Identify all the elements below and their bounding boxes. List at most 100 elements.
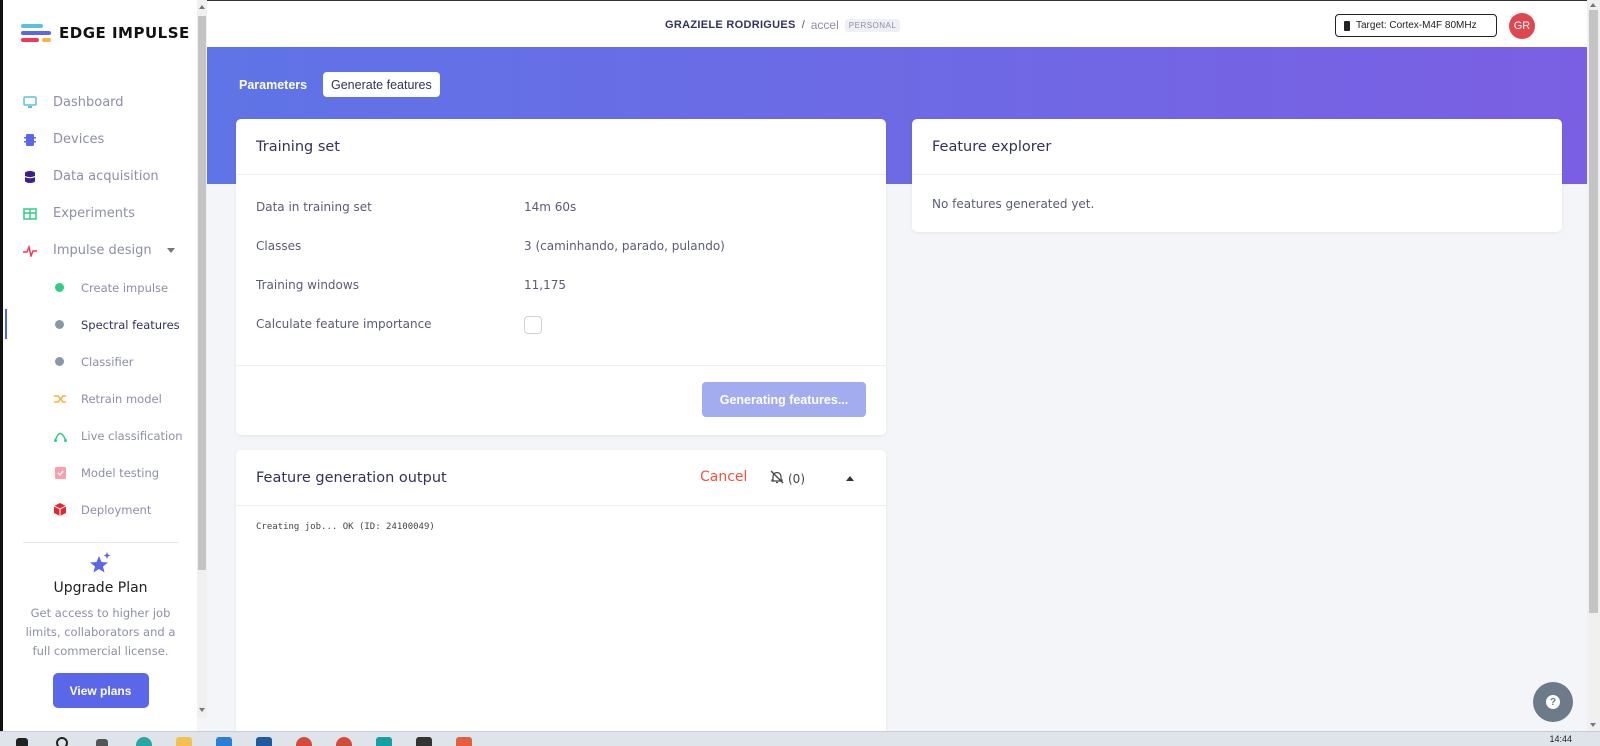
taskbar-clock: 14:44 [1549,734,1572,744]
clipboard-check-icon [53,466,67,480]
edge-browser-icon[interactable] [136,737,152,746]
sidebar-scrollbar-thumb[interactable] [198,16,206,570]
target-label: Target: Cortex-M4F 80MHz [1356,20,1477,31]
sidebar-item-retrain-model[interactable]: Retrain model [3,380,197,417]
tab-parameters[interactable]: Parameters [231,72,315,97]
card-title: Training set [236,119,886,175]
training-set-card: Training set Data in training set 14m 60… [236,119,886,435]
status-dot-icon [55,357,64,366]
feature-output-card: Feature generation output Cancel (0) Cre… [236,450,886,731]
brand-logo[interactable]: EDGE IMPULSE [21,22,190,44]
row-value: 11,175 [524,278,566,292]
chrome-icon[interactable] [296,737,312,746]
chrome-icon[interactable] [336,737,352,746]
database-icon [23,170,37,184]
table-icon [23,207,37,221]
file-explorer-icon[interactable] [176,737,192,746]
status-dot-icon [55,283,64,292]
notifications-toggle[interactable]: (0) [770,470,805,487]
row-label: Calculate feature importance [256,317,432,331]
feature-importance-checkbox[interactable] [524,316,542,334]
sidebar-item-deployment[interactable]: Deployment [3,491,197,528]
row-value: 3 (caminhando, parado, pulando) [524,239,725,253]
page-scrollbar-thumb[interactable] [1589,10,1598,613]
sidebar-item-classifier[interactable]: Classifier [3,343,197,380]
feature-explorer-card: Feature explorer No features generated y… [912,119,1562,232]
scroll-up-icon[interactable] [199,5,205,9]
generate-features-button[interactable]: Generating features... [702,382,866,417]
cube-icon [53,503,67,517]
scroll-down-icon[interactable] [1590,723,1596,727]
terminal-icon[interactable] [416,737,432,746]
upgrade-description: Get access to higher job limits, collabo… [25,606,176,658]
windows-start-icon[interactable] [16,738,28,746]
search-icon[interactable] [56,737,68,746]
row-label: Classes [256,239,302,253]
sidebar-item-model-testing[interactable]: Model testing [3,454,197,491]
logo-icon [21,22,51,44]
shuffle-icon [53,392,67,406]
app-icon[interactable] [376,737,392,746]
sidebar-scrollbar[interactable] [197,0,207,718]
help-button[interactable]: ? [1533,682,1573,722]
status-dot-icon [55,320,64,329]
pulse-icon [23,244,37,258]
sidebar-item-label: Create impulse [81,280,169,295]
curve-icon [53,429,67,443]
breadcrumb: GRAZIELE RODRIGUES / accel PERSONAL [665,18,901,32]
card-title: Feature explorer [912,119,1562,175]
sidebar: EDGE IMPULSE Dashboard Devices Data acqu… [0,0,197,731]
row-value: 14m 60s [524,200,577,214]
sidebar-item-label: Devices [53,132,105,147]
chip-icon [1344,20,1350,31]
sidebar-item-label: Impulse design [53,243,152,258]
sidebar-item-label: Data acquisition [53,169,159,184]
os-taskbar: 14:44 [0,731,1600,746]
sidebar-item-data-acquisition[interactable]: Data acquisition [3,158,197,195]
sidebar-nav: Dashboard Devices Data acquisition Exper… [3,84,197,528]
scroll-down-icon[interactable] [199,708,205,712]
project-type-badge: PERSONAL [844,18,901,32]
chevron-up-icon[interactable] [846,476,854,481]
task-view-icon[interactable] [96,739,108,746]
tab-generate-features[interactable]: Generate features [323,72,440,97]
app-icon[interactable] [456,737,472,746]
cancel-button[interactable]: Cancel [700,469,747,485]
empty-state-text: No features generated yet. [932,197,1095,211]
card-header: Feature generation output Cancel (0) [236,450,886,506]
breadcrumb-separator: / [801,19,805,31]
sidebar-item-impulse-design[interactable]: Impulse design [3,232,197,269]
row-label: Data in training set [256,200,372,214]
page-scrollbar[interactable] [1587,0,1600,731]
sidebar-item-label: Spectral features [81,317,180,332]
upgrade-title: Upgrade Plan [53,580,148,596]
upgrade-panel: Upgrade Plan Get access to higher job li… [23,542,178,708]
sparkle-star-icon [23,551,178,578]
vscode-icon[interactable] [216,737,232,746]
scroll-up-icon[interactable] [1590,3,1596,7]
sidebar-item-label: Model testing [81,465,160,480]
divider [236,365,886,366]
sidebar-item-spectral-features[interactable]: Spectral features [3,306,197,343]
top-bar: GRAZIELE RODRIGUES / accel PERSONAL Targ… [207,0,1587,47]
card-title: Feature generation output [256,469,447,486]
sidebar-item-label: Experiments [53,206,135,221]
monitor-icon [23,96,37,110]
question-icon: ? [1546,695,1560,709]
breadcrumb-project[interactable]: accel [811,18,839,32]
store-icon[interactable] [256,737,272,746]
breadcrumb-user[interactable]: GRAZIELE RODRIGUES [665,19,796,31]
sidebar-item-devices[interactable]: Devices [3,121,197,158]
avatar[interactable]: GR [1509,13,1535,39]
sidebar-item-experiments[interactable]: Experiments [3,195,197,232]
view-plans-button[interactable]: View plans [52,673,149,708]
log-output: Creating job... OK (ID: 24100049) [256,522,435,532]
sidebar-item-label: Retrain model [81,391,162,406]
sidebar-item-dashboard[interactable]: Dashboard [3,84,197,121]
chevron-down-icon[interactable] [167,248,175,253]
sidebar-item-label: Dashboard [53,95,124,110]
sidebar-item-live-classification[interactable]: Live classification [3,417,197,454]
bell-slash-icon [770,470,784,487]
sidebar-item-create-impulse[interactable]: Create impulse [3,269,197,306]
target-device-button[interactable]: Target: Cortex-M4F 80MHz [1335,14,1497,37]
